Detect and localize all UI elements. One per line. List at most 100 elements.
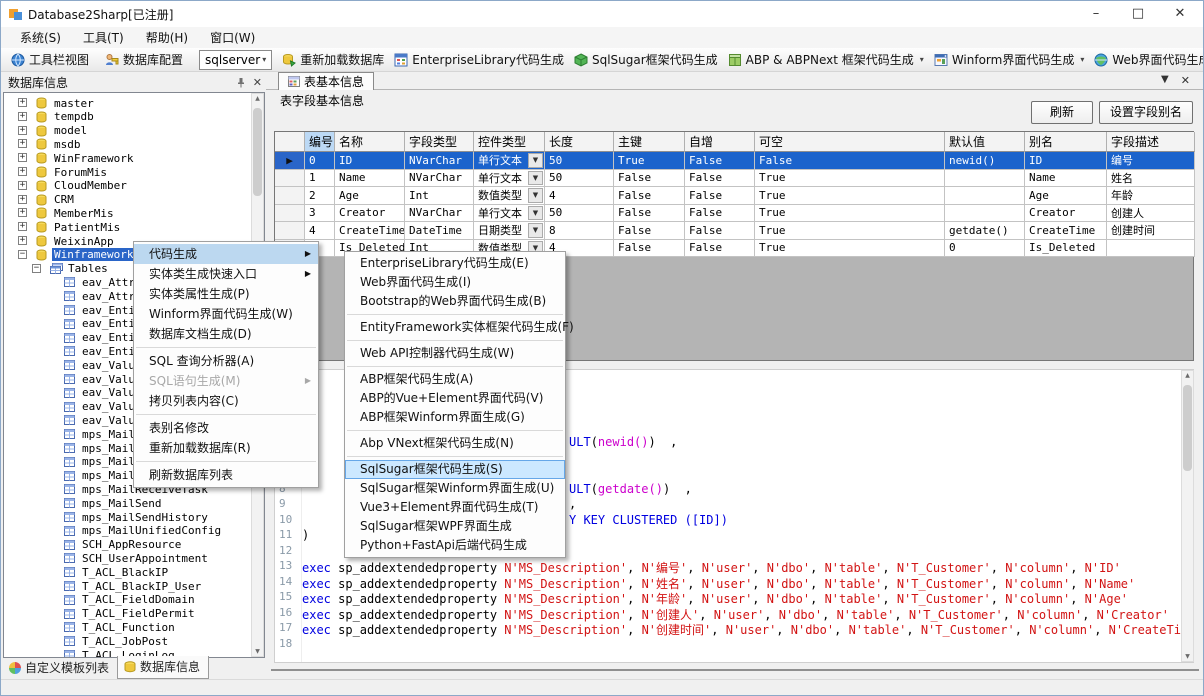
grid-cell[interactable]: NVarChar	[405, 152, 474, 170]
grid-cell[interactable]: 姓名	[1107, 170, 1195, 188]
set-field-alias-button[interactable]: 设置字段别名	[1099, 101, 1193, 124]
grid-cell[interactable]: Name	[1025, 170, 1107, 188]
expand-icon[interactable]: +	[18, 139, 27, 148]
control-type-dropdown[interactable]: ▼	[528, 171, 543, 186]
grid-header-名称[interactable]: 名称	[335, 132, 405, 152]
refresh-button[interactable]: 刷新	[1031, 101, 1093, 124]
grid-cell[interactable]: NVarChar	[405, 170, 474, 188]
grid-cell[interactable]: True	[755, 187, 945, 205]
grid-cell[interactable]: False	[685, 222, 755, 240]
menu-窗口(W)[interactable]: 窗口(W)	[199, 29, 266, 46]
grid-header-可空[interactable]: 可空	[755, 132, 945, 152]
menu-工具(T)[interactable]: 工具(T)	[72, 29, 135, 46]
tree-item-WinFramework[interactable]: +WinFramework	[4, 151, 264, 165]
tree-item-mps_MailSend[interactable]: mps_MailSend	[4, 496, 264, 510]
close-button[interactable]: ✕	[1159, 1, 1201, 27]
grid-cell[interactable]: newid()	[945, 152, 1025, 170]
tree-item-CRM[interactable]: +CRM	[4, 193, 264, 207]
grid-cell[interactable]: False	[685, 187, 755, 205]
row-selector[interactable]	[275, 205, 305, 223]
expand-icon[interactable]: +	[18, 126, 27, 135]
tree-item-CloudMember[interactable]: +CloudMember	[4, 179, 264, 193]
expand-icon[interactable]: +	[18, 167, 27, 176]
grid-header-控件类型[interactable]: 控件类型	[474, 132, 545, 152]
menu-item-表别名修改[interactable]: 表别名修改	[134, 418, 318, 438]
toolbar-button-Web界面代码生成[interactable]: Web界面代码生成▾	[1089, 50, 1204, 69]
menu-item-数据库文档生成(D)[interactable]: 数据库文档生成(D)	[134, 324, 318, 344]
menu-item-实体类属性生成(P)[interactable]: 实体类属性生成(P)	[134, 284, 318, 304]
grid-cell[interactable]: 50	[545, 170, 614, 188]
tree-item-MemberMis[interactable]: +MemberMis	[4, 206, 264, 220]
tree-item-msdb[interactable]: +msdb	[4, 137, 264, 151]
menu-item-SQL 查询分析器(A)[interactable]: SQL 查询分析器(A)	[134, 351, 318, 371]
grid-cell[interactable]: True	[755, 205, 945, 223]
grid-cell[interactable]: 单行文本▼	[474, 170, 545, 188]
grid-cell[interactable]: False	[614, 187, 685, 205]
tree-item-mps_MailSendHistory[interactable]: mps_MailSendHistory	[4, 510, 264, 524]
grid-cell[interactable]	[945, 170, 1025, 188]
menu-帮助(H)[interactable]: 帮助(H)	[135, 29, 199, 46]
grid-cell[interactable]: 0	[945, 240, 1025, 258]
tree-item-PatientMis[interactable]: +PatientMis	[4, 220, 264, 234]
grid-header-别名[interactable]: 别名	[1025, 132, 1107, 152]
chevron-down-icon[interactable]: ▾	[1080, 55, 1084, 64]
menu-item-Abp VNext框架代码生成(N)[interactable]: Abp VNext框架代码生成(N)	[345, 434, 565, 453]
tree-item-mps_MailUnifiedConfig[interactable]: mps_MailUnifiedConfig	[4, 524, 264, 538]
menu-item-Python+FastApi后端代码生成[interactable]: Python+FastApi后端代码生成	[345, 536, 565, 555]
grid-cell[interactable]: 4	[545, 187, 614, 205]
menu-item-SqlSugar框架Winform界面生成(U)[interactable]: SqlSugar框架Winform界面生成(U)	[345, 479, 565, 498]
grid-cell[interactable]	[1107, 240, 1195, 258]
grid-cell[interactable]: getdate()	[945, 222, 1025, 240]
grid-cell[interactable]: 50	[545, 152, 614, 170]
grid-header-字段描述[interactable]: 字段描述	[1107, 132, 1195, 152]
bottom-tab-数据库信息[interactable]: 数据库信息	[117, 656, 209, 679]
toolbar-button-EnterpriseLibrary代码生成[interactable]: EnterpriseLibrary代码生成	[389, 50, 569, 69]
tree-item-ForumMis[interactable]: +ForumMis	[4, 165, 264, 179]
row-selector[interactable]	[275, 170, 305, 188]
row-selector[interactable]	[275, 222, 305, 240]
grid-cell[interactable]: False	[685, 205, 755, 223]
menu-item-刷新数据库列表[interactable]: 刷新数据库列表	[134, 465, 318, 485]
grid-header-主键[interactable]: 主键	[614, 132, 685, 152]
tree-item-T_ACL_BlackIP[interactable]: T_ACL_BlackIP	[4, 565, 264, 579]
grid-cell[interactable]: Age	[335, 187, 405, 205]
menu-item-SqlSugar框架代码生成(S)[interactable]: SqlSugar框架代码生成(S)	[345, 460, 565, 479]
grid-cell[interactable]: Is_Deleted	[1025, 240, 1107, 258]
toolbar-button-Winform界面代码生成[interactable]: Winform界面代码生成▾	[929, 50, 1090, 69]
grid-cell[interactable]: DateTime	[405, 222, 474, 240]
grid-header-selector[interactable]	[275, 132, 305, 152]
expand-icon[interactable]: +	[18, 222, 27, 231]
grid-cell[interactable]: Name	[335, 170, 405, 188]
tree-item-SCH_AppResource[interactable]: SCH_AppResource	[4, 538, 264, 552]
toolbar-button-工具栏视图[interactable]: 工具栏视图	[6, 50, 94, 69]
grid-cell[interactable]: False	[614, 222, 685, 240]
bottom-tab-自定义模板列表[interactable]: 自定义模板列表	[3, 657, 117, 679]
row-selector[interactable]: ▶	[275, 152, 305, 170]
grid-cell[interactable]	[945, 205, 1025, 223]
grid-header-默认值[interactable]: 默认值	[945, 132, 1025, 152]
grid-cell[interactable]: 年龄	[1107, 187, 1195, 205]
expand-icon[interactable]: +	[18, 98, 27, 107]
grid-cell[interactable]: 0	[305, 152, 335, 170]
grid-cell[interactable]: 单行文本▼	[474, 152, 545, 170]
grid-cell[interactable]: Int	[405, 187, 474, 205]
grid-cell[interactable]: 4	[305, 222, 335, 240]
expand-icon[interactable]: +	[18, 112, 27, 121]
database-type-combo[interactable]: sqlserver▾	[199, 50, 272, 70]
grid-cell[interactable]: Creator	[1025, 205, 1107, 223]
control-type-dropdown[interactable]: ▼	[528, 223, 543, 238]
menu-item-EntityFramework实体框架代码生成(F)[interactable]: EntityFramework实体框架代码生成(F)	[345, 318, 565, 337]
control-type-dropdown[interactable]: ▼	[528, 153, 543, 168]
grid-cell[interactable]: Creator	[335, 205, 405, 223]
grid-cell[interactable]: False	[685, 152, 755, 170]
tree-item-T_ACL_BlackIP_User[interactable]: T_ACL_BlackIP_User	[4, 579, 264, 593]
horizontal-splitter[interactable]	[271, 669, 1199, 671]
grid-cell[interactable]	[945, 187, 1025, 205]
menu-item-实体类生成快速入口[interactable]: 实体类生成快速入口▶	[134, 264, 318, 284]
grid-cell[interactable]: 日期类型▼	[474, 222, 545, 240]
grid-cell[interactable]: 单行文本▼	[474, 205, 545, 223]
expand-icon[interactable]: +	[18, 195, 27, 204]
sql-scrollbar[interactable]: ▲ ▼	[1181, 370, 1194, 662]
tree-item-T_ACL_Function[interactable]: T_ACL_Function	[4, 620, 264, 634]
chevron-down-icon[interactable]: ▾	[920, 55, 924, 64]
